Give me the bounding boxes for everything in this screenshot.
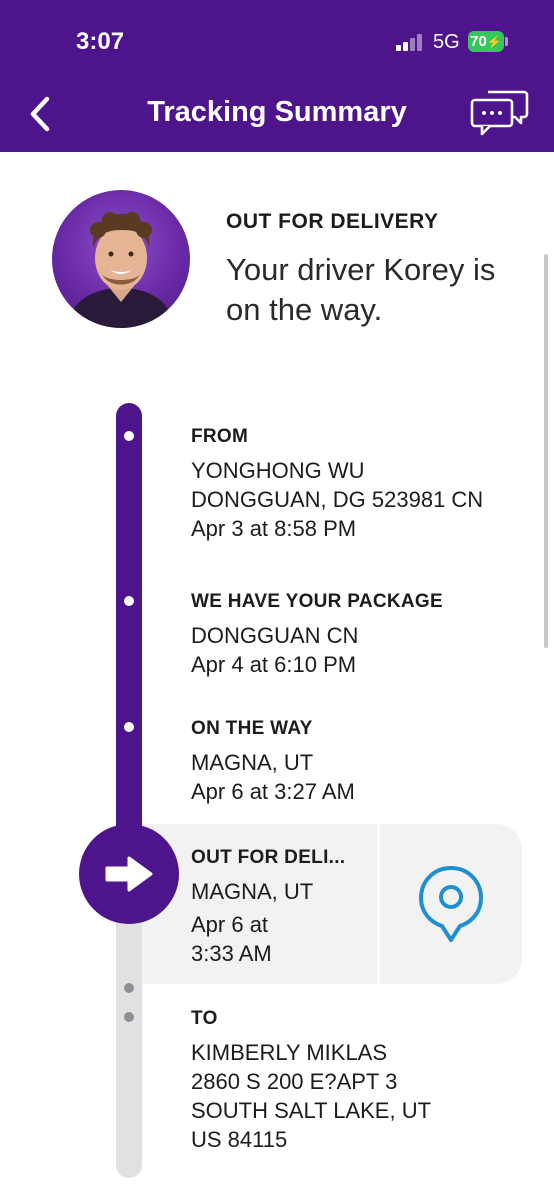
event-line: MAGNA, UT [191,879,314,904]
timeline-dot [124,983,134,993]
timeline-event-out-for-delivery: OUT FOR DELI... MAGNA, UT Apr 6 at 3:33 … [191,847,345,968]
event-line: 3:33 AM [191,941,272,966]
event-title: TO [191,1008,218,1029]
battery-tip [505,37,508,46]
location-button[interactable] [380,824,522,984]
event-line: SOUTH SALT LAKE, UT [191,1098,432,1123]
location-pin-icon [419,866,483,942]
event-line: DONGGUAN, DG 523981 CN [191,487,484,512]
event-line: MAGNA, UT [191,750,314,775]
event-line: DONGGUAN CN [191,623,359,648]
event-line: US 84115 [191,1127,288,1152]
timeline-event-from: FROM YONGHONG WU DONGGUAN, DG 523981 CN … [191,426,483,543]
status-time: 3:07 [76,28,125,55]
signal-icon [396,33,426,51]
timeline-dot [124,431,134,441]
event-line: 2860 S 200 E?APT 3 [191,1069,398,1094]
event-title: ON THE WAY [191,718,313,739]
app-header: 3:07 5G 70 ⚡ Tracking Summary [0,0,554,152]
event-line: Apr 3 at 8:58 PM [191,516,357,541]
battery-icon: 70 ⚡ [468,31,504,52]
event-line: Apr 6 at [191,912,269,937]
timeline-dot [124,596,134,606]
scroll-indicator[interactable] [544,254,548,648]
event-title: OUT FOR DELI... [191,847,346,868]
event-line: YONGHONG WU [191,458,365,483]
timeline-dot [124,1012,134,1022]
timeline-dot [124,722,134,732]
timeline-event-received: WE HAVE YOUR PACKAGE DONGGUAN CN Apr 4 a… [191,591,443,679]
chat-button[interactable] [468,88,530,138]
timeline-event-to: TO KIMBERLY MIKLAS 2860 S 200 E?APT 3 SO… [191,1008,431,1154]
driver-avatar [52,190,190,328]
chat-bubbles-icon [470,90,529,136]
event-line: KIMBERLY MIKLAS [191,1040,388,1065]
driver-message: Your driver Korey is on the way. [226,252,496,327]
current-status-marker [79,824,179,924]
event-line: Apr 6 at 3:27 AM [191,779,355,804]
event-title: WE HAVE YOUR PACKAGE [191,591,443,612]
arrow-right-icon [105,856,153,892]
driver-photo [66,212,176,328]
event-title: FROM [191,426,249,447]
delivery-status: OUT FOR DELIVERY [226,210,439,233]
timeline-event-in-transit: ON THE WAY MAGNA, UT Apr 6 at 3:27 AM [191,718,355,806]
event-line: Apr 4 at 6:10 PM [191,652,357,677]
network-type: 5G [433,31,460,53]
timeline-track-completed [116,403,142,863]
battery-level: 70 [470,33,487,50]
